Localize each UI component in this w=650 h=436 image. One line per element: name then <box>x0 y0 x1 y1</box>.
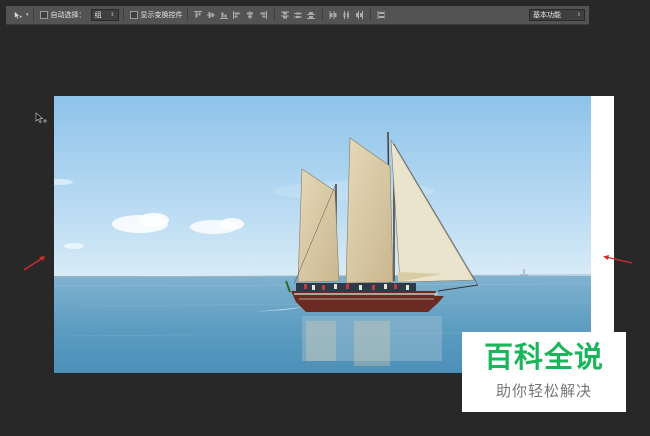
distribute-right-icon[interactable] <box>355 11 364 19</box>
auto-select-label: 自动选择： <box>50 11 86 19</box>
annotation-arrow-right <box>603 255 633 264</box>
align-buttons <box>192 6 270 24</box>
distribute-hcenter-icon[interactable] <box>342 11 350 19</box>
distribute-horizontal-buttons <box>327 6 366 24</box>
align-top-edges-icon[interactable] <box>194 11 203 19</box>
distribute-bottom-icon[interactable] <box>307 11 316 19</box>
show-transform-checkbox[interactable] <box>129 11 138 19</box>
align-right-edges-icon[interactable] <box>259 11 268 19</box>
divider <box>273 9 275 21</box>
divider <box>122 9 124 21</box>
align-bottom-edges-icon[interactable] <box>220 11 229 19</box>
divider <box>321 9 323 21</box>
chevron-down-icon: ▾ <box>26 12 29 18</box>
divider <box>186 9 188 21</box>
align-horizontal-centers-icon[interactable] <box>246 11 254 19</box>
auto-select-checkbox[interactable] <box>39 11 48 19</box>
move-tool-icon <box>14 11 22 19</box>
align-left-edges-icon[interactable] <box>233 11 241 19</box>
align-vertical-centers-icon[interactable] <box>207 11 216 19</box>
watermark-title: 百科全说 <box>483 340 604 374</box>
workspace-switcher[interactable]: 基本功能 ⇕ <box>529 9 585 21</box>
move-tool-preset[interactable]: ▾ <box>11 11 29 19</box>
cursor-icon <box>35 110 48 129</box>
workspace-value: 基本功能 <box>533 11 561 19</box>
distribute-buttons <box>279 6 318 24</box>
watermark: 百科全说 助你轻松解决 <box>462 332 626 412</box>
distribute-vcenter-icon[interactable] <box>294 11 303 19</box>
annotation-arrow-left <box>23 256 45 271</box>
auto-select-dropdown[interactable]: 组 ⇕ <box>90 9 119 21</box>
options-bar: ▾ 自动选择： 组 ⇕ 显示变换控件 基本功能 ⇕ <box>6 6 589 25</box>
dropdown-arrow-icon: ⇕ <box>576 12 581 18</box>
auto-select-value: 组 <box>94 11 102 19</box>
dropdown-arrow-icon: ⇕ <box>110 12 115 18</box>
auto-align-icon[interactable] <box>377 11 386 19</box>
distribute-left-icon[interactable] <box>329 11 337 19</box>
watermark-subtitle: 助你轻松解决 <box>495 382 592 400</box>
distribute-top-icon[interactable] <box>281 11 290 19</box>
divider <box>32 9 34 21</box>
divider <box>369 9 371 21</box>
show-transform-label: 显示变换控件 <box>140 11 183 19</box>
